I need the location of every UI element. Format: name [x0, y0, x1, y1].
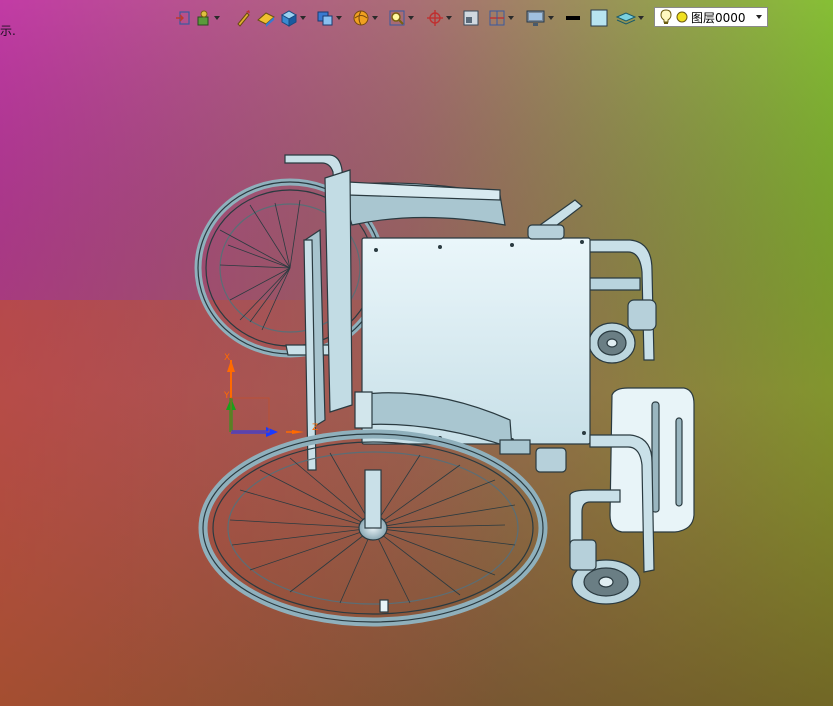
- solid-box-dropdown[interactable]: [299, 7, 307, 29]
- frame-button[interactable]: [461, 7, 481, 29]
- triad-x-label: X: [224, 353, 230, 363]
- solid-box-icon: [280, 10, 298, 27]
- zoom-dropdown[interactable]: [407, 7, 415, 29]
- layers-stack-dropdown[interactable]: [637, 7, 645, 29]
- zoom-button[interactable]: [387, 7, 415, 29]
- layer-manager-icon: [197, 10, 209, 26]
- exit-sketch-icon: [176, 11, 190, 25]
- shaded-sphere-icon: [353, 10, 369, 26]
- display-dropdown[interactable]: [547, 7, 555, 29]
- caster-top[interactable]: [588, 322, 636, 364]
- frame-icon: [463, 10, 479, 26]
- layer-dropdown-arrow[interactable]: [754, 11, 764, 23]
- layer-visible-icon[interactable]: [675, 8, 689, 26]
- view-orient-dropdown[interactable]: [335, 7, 343, 29]
- graphics-viewport[interactable]: X Y Z 示.: [0, 0, 833, 706]
- origin-dropdown[interactable]: [445, 7, 453, 29]
- layers-stack-button[interactable]: [615, 7, 645, 29]
- line-color-icon: [566, 16, 580, 20]
- layer-manager-button[interactable]: [195, 7, 221, 29]
- shaded-sphere-dropdown[interactable]: [371, 7, 379, 29]
- section-icon: [489, 10, 505, 26]
- view-orient-button[interactable]: [315, 7, 343, 29]
- origin-icon: [427, 10, 443, 26]
- triad-y-label: Y: [223, 391, 230, 401]
- section-dropdown[interactable]: [507, 7, 515, 29]
- erase-icon: [257, 12, 275, 27]
- view-orient-icon: [317, 11, 333, 26]
- fill-color-button[interactable]: [589, 7, 609, 29]
- solid-box-button[interactable]: [279, 7, 307, 29]
- line-color-button[interactable]: [563, 7, 583, 29]
- view-toolbar: [173, 6, 645, 30]
- lightbulb-icon[interactable]: [659, 8, 673, 26]
- sketch-pen-icon: [237, 10, 250, 27]
- erase-button[interactable]: [255, 7, 277, 29]
- section-button[interactable]: [487, 7, 515, 29]
- display-icon: [526, 10, 545, 26]
- status-hint: 示.: [0, 24, 16, 38]
- display-button[interactable]: [525, 7, 555, 29]
- fill-color-icon: [590, 9, 608, 27]
- shaded-sphere-button[interactable]: [351, 7, 379, 29]
- scene-canvas[interactable]: X Y Z: [0, 0, 833, 706]
- triad-z-label: Z: [312, 423, 318, 433]
- origin-button[interactable]: [425, 7, 453, 29]
- layers-stack-icon: [615, 12, 637, 25]
- sketch-pen-button[interactable]: [233, 7, 253, 29]
- zoom-icon: [389, 10, 405, 26]
- exit-sketch-button[interactable]: [173, 7, 193, 29]
- layer-name: 图层0000: [691, 10, 746, 25]
- layer-selector[interactable]: 图层0000: [654, 7, 768, 27]
- layer-manager-dropdown[interactable]: [213, 7, 221, 29]
